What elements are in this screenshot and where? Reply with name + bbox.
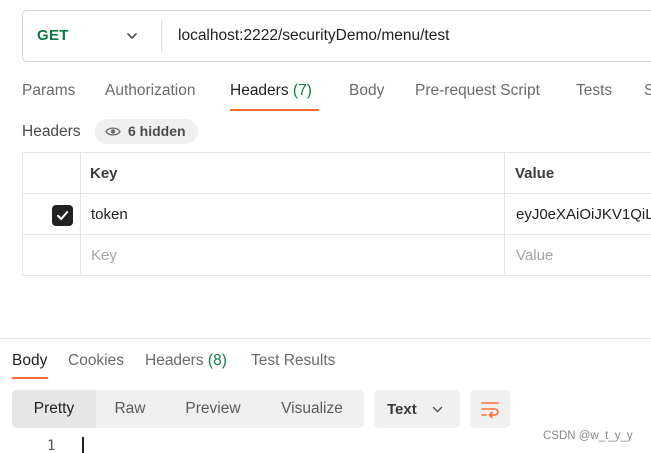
new-key-input[interactable]: Key (91, 247, 117, 264)
headers-table: Key Value token eyJ0eXAiOiJKV1QiLC Key V… (22, 152, 651, 276)
method-label: GET (37, 27, 69, 44)
response-tab-headers-count: (8) (207, 352, 227, 369)
tab-pre-request-script[interactable]: Pre-request Script (415, 82, 540, 100)
url-divider (161, 20, 162, 52)
active-tab-indicator (230, 109, 319, 111)
view-raw-button[interactable]: Raw (96, 390, 164, 428)
header-value-cell[interactable]: eyJ0eXAiOiJKV1QiLC (516, 206, 651, 223)
response-tab-body[interactable]: Body (12, 352, 47, 370)
headers-title: Headers (22, 123, 81, 140)
pane-splitter[interactable] (0, 338, 651, 339)
chevron-down-icon (432, 406, 443, 413)
response-tabs: Body Cookies Headers (8) Test Results (0, 344, 651, 380)
new-value-input[interactable]: Value (516, 247, 553, 264)
table-row-new: Key Value (23, 235, 651, 276)
url-input[interactable]: localhost:2222/securityDemo/menu/test (178, 27, 449, 45)
column-divider (504, 153, 505, 276)
wrap-lines-icon (481, 402, 499, 418)
response-tab-headers-label: Headers (145, 352, 204, 369)
active-response-tab-indicator (12, 377, 48, 379)
header-key-cell[interactable]: token (91, 206, 128, 223)
response-tab-test-results[interactable]: Test Results (251, 352, 335, 370)
watermark: CSDN @w_t_y_y (543, 430, 633, 442)
chevron-down-icon (127, 33, 137, 39)
tab-headers[interactable]: Headers (7) (230, 82, 312, 100)
method-select[interactable]: GET (23, 11, 161, 61)
tab-body[interactable]: Body (349, 82, 384, 100)
view-mode-selector: Pretty Raw Preview Visualize (12, 390, 364, 428)
url-bar: GET localhost:2222/securityDemo/menu/tes… (22, 10, 651, 62)
tab-tests[interactable]: Tests (576, 82, 612, 100)
view-preview-button[interactable]: Preview (168, 390, 258, 428)
text-cursor (82, 437, 84, 453)
hidden-count-label: 6 hidden (128, 123, 186, 139)
checkmark-icon (57, 211, 69, 220)
view-pretty-button[interactable]: Pretty (12, 390, 96, 428)
format-select[interactable]: Text (374, 390, 460, 428)
column-divider (80, 153, 81, 276)
format-select-label: Text (387, 401, 417, 418)
eye-icon (105, 127, 121, 136)
table-row: token eyJ0eXAiOiJKV1QiLC (23, 194, 651, 235)
table-header-row: Key Value (23, 153, 651, 194)
tab-headers-label: Headers (230, 82, 289, 99)
tab-settings[interactable]: S (644, 82, 651, 100)
tab-authorization[interactable]: Authorization (105, 82, 195, 100)
wrap-lines-button[interactable] (470, 390, 510, 428)
tab-params[interactable]: Params (22, 82, 75, 100)
tab-headers-count: (7) (292, 82, 312, 99)
column-value-header: Value (515, 165, 555, 182)
column-key-header: Key (90, 165, 118, 182)
request-tabs: Params Authorization Headers (7) Body Pr… (0, 78, 651, 114)
line-number: 1 (47, 438, 56, 453)
view-visualize-button[interactable]: Visualize (264, 390, 360, 428)
response-tab-cookies[interactable]: Cookies (68, 352, 124, 370)
row-enabled-checkbox[interactable] (52, 205, 73, 226)
hidden-headers-toggle[interactable]: 6 hidden (95, 119, 198, 144)
response-tab-headers[interactable]: Headers (8) (145, 352, 227, 370)
